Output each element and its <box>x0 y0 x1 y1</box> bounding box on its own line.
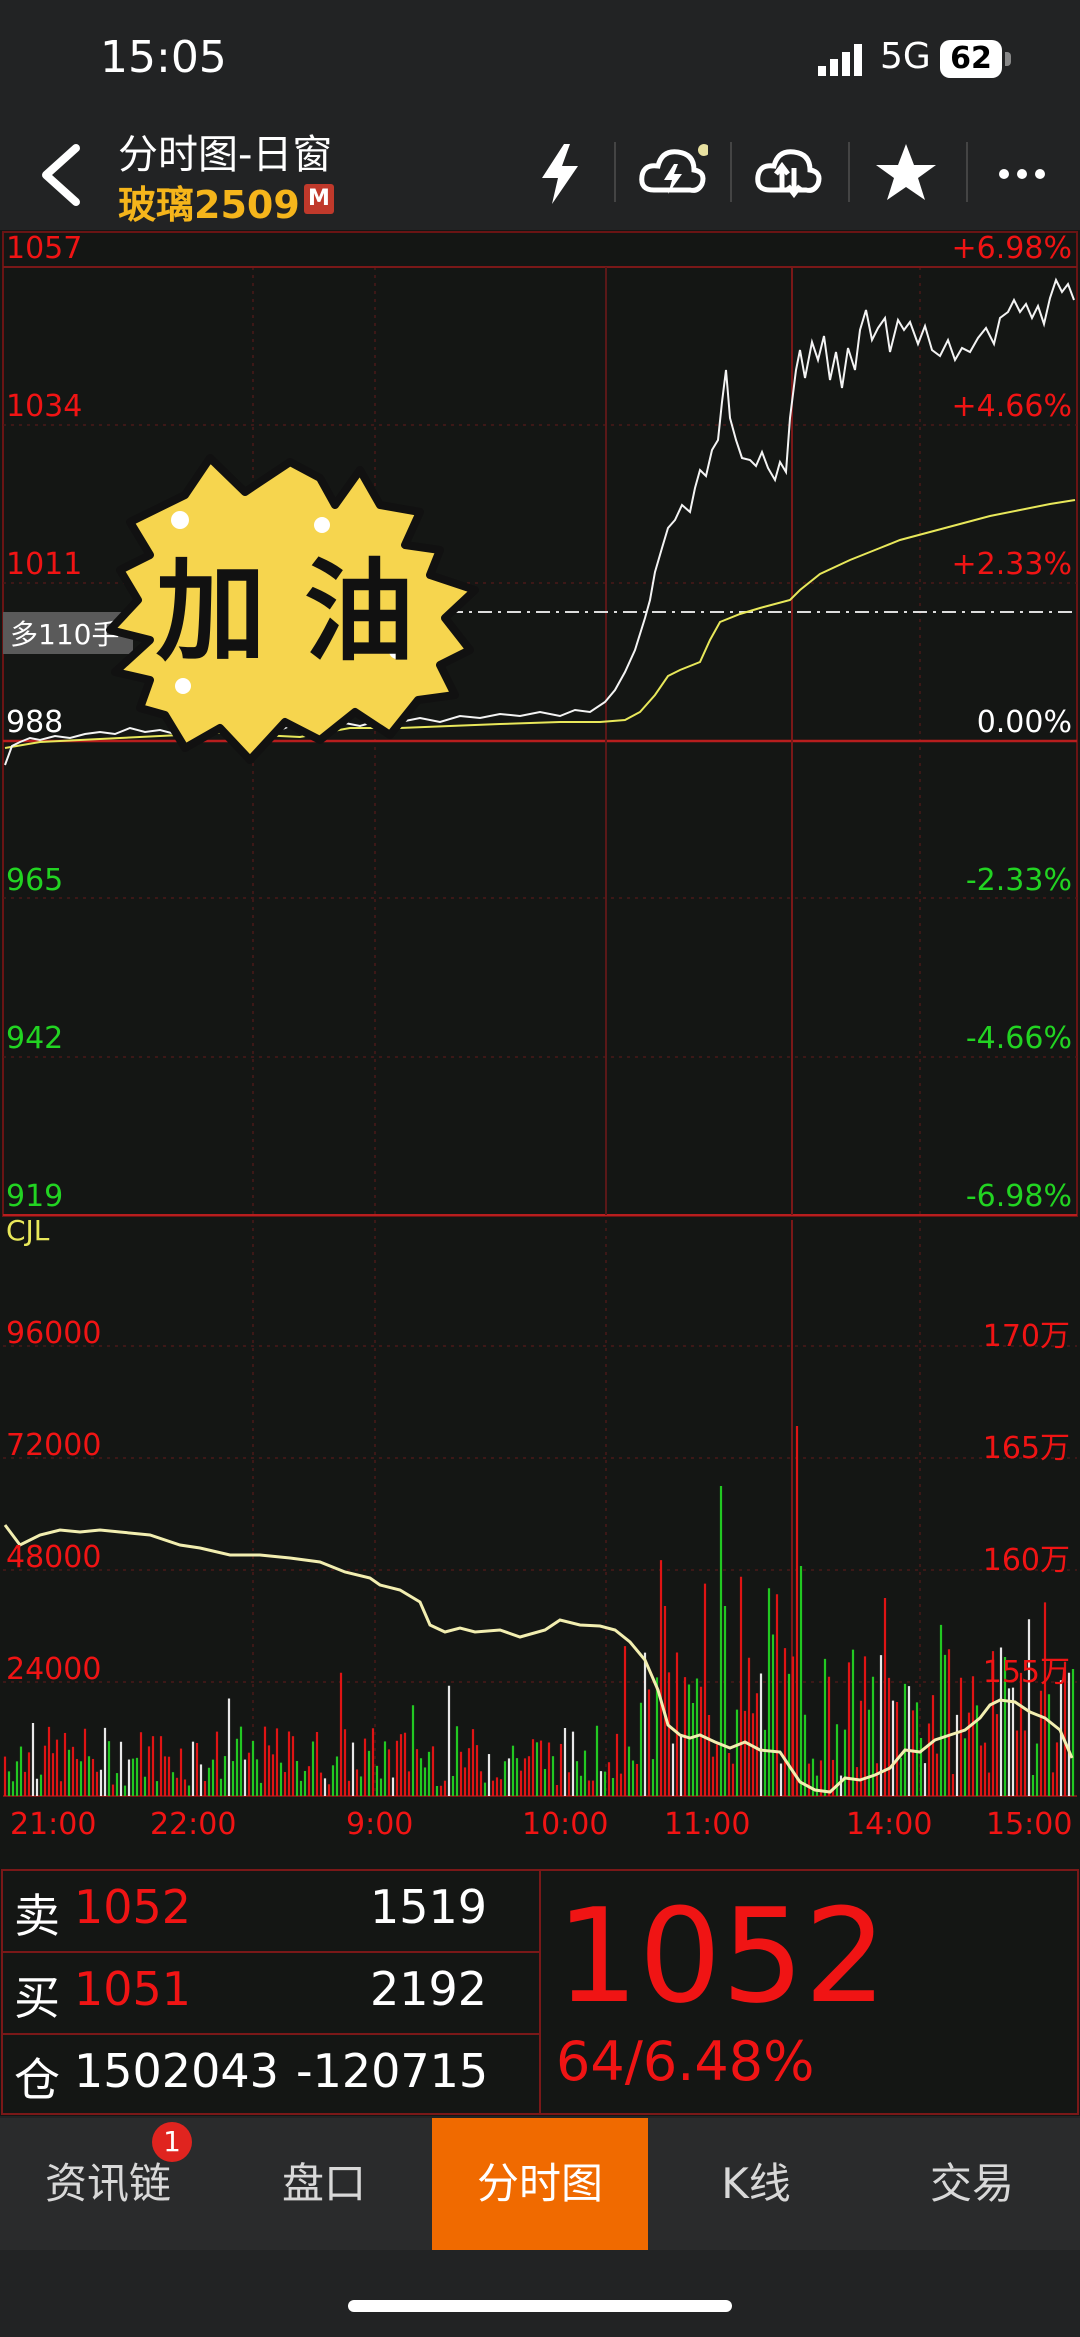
header-divider <box>730 142 732 202</box>
more-icon[interactable] <box>986 138 1058 210</box>
price-label: 1011 <box>6 547 82 582</box>
sell-qty: 1519 <box>370 1880 488 1934</box>
home-area <box>0 2250 1080 2337</box>
cloud-sync-icon[interactable] <box>752 138 824 210</box>
pct-label: +6.98% <box>952 231 1072 266</box>
price-pane-frame <box>2 231 1078 1217</box>
sell-label: 卖 <box>14 1889 60 1943</box>
status-time: 15:05 <box>100 32 227 83</box>
contract-symbol: 玻璃2509 <box>118 183 300 227</box>
home-indicator[interactable] <box>348 2300 732 2312</box>
star-icon[interactable] <box>870 138 942 210</box>
sticker-text: 加 油 <box>156 548 414 676</box>
position-tag: 多110手 <box>10 618 119 651</box>
signal-icon <box>818 44 862 76</box>
price-label: 988 <box>6 705 63 740</box>
time-label: 11:00 <box>664 1807 750 1842</box>
chart-canvas: 1057 1034 1011 988 965 942 919 +6.98% +4… <box>2 231 1078 1842</box>
oi-label: 165万 <box>983 1431 1070 1466</box>
pct-label: -4.66% <box>966 1021 1072 1056</box>
price-axis-right: +6.98% +4.66% +2.33% 0.00% -2.33% -4.66%… <box>952 231 1072 1214</box>
volume-label: 96000 <box>6 1316 101 1351</box>
price-label: 1034 <box>6 389 82 424</box>
tab-trade[interactable]: 交易 <box>864 2118 1080 2250</box>
price-axis-left: 1057 1034 1011 988 965 942 919 <box>6 231 82 1214</box>
oi-label: 155万 <box>983 1655 1070 1690</box>
back-arrow-icon[interactable] <box>32 140 92 210</box>
volume-bars <box>3 1426 1075 1796</box>
buy-qty: 2192 <box>370 1962 488 2016</box>
header-divider <box>848 142 850 202</box>
last-price: 1052 <box>556 1880 887 2032</box>
time-label: 14:00 <box>846 1807 932 1842</box>
intraday-chart[interactable]: 1057 1034 1011 988 965 942 919 +6.98% +4… <box>0 230 1080 1870</box>
sell-price: 1052 <box>74 1880 192 1934</box>
price-label: 965 <box>6 863 63 898</box>
time-label: 21:00 <box>10 1807 96 1842</box>
header-divider <box>614 142 616 202</box>
oi-change: -120715 <box>296 2044 489 2098</box>
volume-label: 72000 <box>6 1428 101 1463</box>
cloud-lightning-icon[interactable] <box>636 138 708 210</box>
page-title: 分时图-日窗 <box>118 132 333 178</box>
time-label: 10:00 <box>522 1807 608 1842</box>
volume-label: 24000 <box>6 1652 101 1687</box>
oi-label: 170万 <box>983 1319 1070 1354</box>
notification-badge: 1 <box>152 2122 192 2162</box>
sticker: 加 油 <box>106 454 479 764</box>
pct-label: -6.98% <box>966 1179 1072 1214</box>
volume-axis-right: 170万 165万 160万 155万 <box>983 1319 1070 1690</box>
battery-tip <box>1005 52 1011 66</box>
pct-label: 0.00% <box>977 705 1072 740</box>
price-label: 1057 <box>6 231 82 266</box>
volume-indicator: CJL <box>6 1214 50 1247</box>
price-label: 942 <box>6 1021 63 1056</box>
header-divider <box>966 142 968 202</box>
time-label: 22:00 <box>150 1807 236 1842</box>
price-label: 919 <box>6 1179 63 1214</box>
contract-badge: M <box>304 184 334 214</box>
pct-label: +4.66% <box>952 389 1072 424</box>
sell-row: 卖 1052 1519 <box>0 1880 540 1962</box>
battery-icon: 62 <box>940 40 1002 78</box>
buy-price: 1051 <box>74 1962 192 2016</box>
time-axis: 21:00 22:00 9:00 10:00 11:00 14:00 15:00 <box>10 1807 1072 1842</box>
buy-label: 买 <box>14 1971 60 2025</box>
open-interest-line <box>3 1524 1074 1794</box>
open-interest: 1502043 <box>74 2044 279 2098</box>
open-interest-row: 仓 1502043 -120715 <box>0 2044 540 2126</box>
time-label: 9:00 <box>346 1807 413 1842</box>
tab-kline[interactable]: K线 <box>648 2118 864 2250</box>
time-label: 15:00 <box>986 1807 1072 1842</box>
network-type: 5G <box>880 36 931 77</box>
buy-row: 买 1051 2192 <box>0 1962 540 2044</box>
volume-label: 48000 <box>6 1540 101 1575</box>
oi-label: 160万 <box>983 1543 1070 1578</box>
tab-intraday[interactable]: 分时图 <box>432 2118 648 2250</box>
price-change: 64/6.48% <box>556 2030 815 2093</box>
tab-order-book[interactable]: 盘口 <box>216 2118 432 2250</box>
oi-label: 仓 <box>14 2053 60 2107</box>
volume-axis-left: 96000 72000 48000 24000 <box>6 1316 101 1687</box>
lightning-icon[interactable] <box>524 138 596 210</box>
pct-label: +2.33% <box>952 547 1072 582</box>
pct-label: -2.33% <box>966 863 1072 898</box>
